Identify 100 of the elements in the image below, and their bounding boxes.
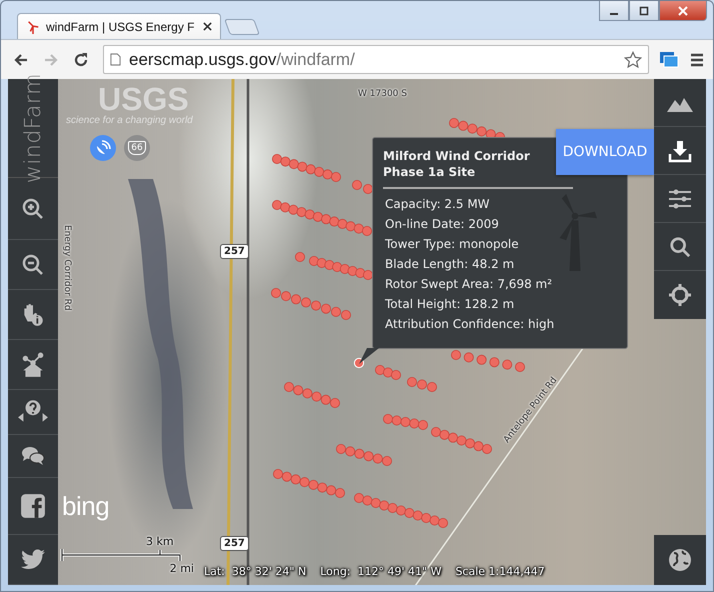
turbine-marker[interactable] — [320, 394, 331, 405]
forward-icon[interactable] — [43, 52, 59, 68]
turbine-marker[interactable] — [482, 444, 492, 454]
turbine-marker[interactable] — [382, 456, 392, 466]
turbine-marker[interactable] — [288, 204, 298, 215]
menu-icon[interactable] — [689, 52, 705, 68]
turbine-marker[interactable] — [391, 370, 401, 380]
turbine-marker[interactable] — [296, 207, 307, 218]
basemap-button[interactable] — [654, 79, 706, 127]
turbine-marker[interactable] — [290, 474, 301, 484]
turbine-marker[interactable] — [271, 288, 281, 298]
locate-button[interactable] — [654, 271, 706, 319]
turbine-marker[interactable] — [272, 200, 282, 210]
turbine-marker[interactable] — [297, 162, 308, 172]
turbine-marker[interactable] — [354, 448, 364, 459]
turbine-marker[interactable] — [407, 377, 417, 387]
turbine-marker[interactable] — [352, 180, 362, 190]
turbine-marker[interactable] — [335, 488, 345, 498]
satellite-map[interactable] — [58, 79, 706, 585]
reload-icon[interactable] — [73, 52, 89, 68]
filter-button[interactable] — [654, 175, 706, 223]
turbine-marker[interactable] — [383, 368, 393, 378]
turbine-marker[interactable] — [456, 436, 466, 446]
photos-extension-icon[interactable] — [659, 50, 679, 70]
turbine-marker[interactable] — [431, 427, 441, 437]
turbine-marker[interactable] — [282, 472, 292, 482]
turbine-marker[interactable] — [489, 357, 500, 368]
turbine-marker[interactable] — [306, 164, 316, 174]
turbine-marker[interactable] — [370, 498, 381, 508]
turbine-marker[interactable] — [464, 352, 474, 362]
turbine-marker[interactable] — [295, 252, 305, 262]
turbine-marker[interactable] — [502, 360, 512, 370]
turbine-marker[interactable] — [474, 441, 484, 452]
turbine-marker[interactable] — [326, 485, 336, 496]
turbine-marker[interactable] — [451, 350, 461, 360]
turbine-marker[interactable] — [476, 354, 487, 365]
turbine-marker[interactable] — [363, 184, 373, 194]
turbine-marker[interactable] — [280, 156, 290, 167]
back-icon[interactable] — [13, 52, 29, 68]
turbine-marker[interactable] — [383, 414, 393, 424]
search-button[interactable] — [654, 223, 706, 271]
share-home-icon[interactable] — [20, 352, 46, 378]
turbine-marker[interactable] — [272, 154, 282, 164]
turbine-marker[interactable] — [317, 482, 328, 493]
turbine-marker[interactable] — [291, 294, 301, 304]
turbine-marker[interactable] — [314, 166, 324, 177]
turbine-marker[interactable] — [418, 420, 428, 430]
turbine-marker[interactable] — [400, 417, 410, 427]
turbine-marker[interactable] — [362, 496, 372, 506]
turbine-marker[interactable] — [324, 260, 334, 270]
turbine-marker[interactable] — [392, 416, 402, 426]
turbine-marker[interactable] — [363, 270, 373, 280]
satellite-dish-icon[interactable] — [90, 135, 116, 161]
browser-tab[interactable]: windFarm | USGS Energy F — [17, 13, 221, 40]
turbine-marker[interactable] — [293, 385, 304, 396]
turbine-marker[interactable] — [362, 226, 372, 236]
turbine-marker[interactable] — [404, 508, 414, 518]
turbine-marker[interactable] — [300, 477, 310, 488]
turbine-marker[interactable] — [375, 365, 385, 375]
turbine-marker[interactable] — [448, 432, 458, 443]
turbine-marker[interactable] — [379, 500, 390, 510]
download-button[interactable] — [654, 127, 706, 175]
turbine-marker[interactable] — [396, 506, 406, 516]
turbine-marker[interactable] — [336, 444, 346, 454]
close-button[interactable] — [659, 1, 707, 21]
chat-icon[interactable] — [20, 444, 46, 468]
bird-icon[interactable] — [20, 548, 46, 570]
turbine-marker[interactable] — [440, 430, 450, 440]
turbine-marker[interactable] — [417, 380, 427, 390]
turbine-marker[interactable] — [354, 493, 364, 503]
turbine-marker[interactable] — [412, 510, 423, 520]
turbine-marker[interactable] — [515, 362, 525, 372]
turbine-marker[interactable] — [438, 518, 448, 528]
turbine-marker[interactable] — [273, 469, 283, 479]
globe-button[interactable] — [654, 535, 706, 585]
turbine-marker[interactable] — [465, 438, 475, 448]
turbine-marker[interactable] — [409, 418, 420, 428]
turbine-marker[interactable] — [301, 297, 311, 308]
turbine-marker[interactable] — [476, 126, 487, 136]
turbine-marker[interactable] — [364, 451, 374, 462]
address-bar[interactable]: eerscmap.usgs.gov/windfarm/ — [103, 45, 649, 74]
turbine-marker[interactable] — [458, 120, 468, 131]
turbine-marker[interactable] — [281, 291, 291, 302]
turbine-marker[interactable] — [372, 454, 383, 464]
star-icon[interactable] — [624, 50, 642, 68]
turbine-marker[interactable] — [311, 300, 321, 311]
turbine-marker[interactable] — [388, 503, 398, 513]
turbine-marker[interactable] — [288, 159, 299, 170]
new-tab-button[interactable] — [224, 19, 260, 36]
facebook-icon[interactable] — [20, 493, 46, 519]
turbine-marker[interactable] — [280, 202, 290, 212]
close-icon[interactable] — [203, 22, 212, 32]
zoom-in-icon[interactable] — [21, 196, 45, 220]
turbine-marker[interactable] — [312, 212, 323, 222]
turbine-marker[interactable] — [302, 388, 312, 398]
turbine-marker[interactable] — [309, 256, 319, 266]
turbine-marker[interactable] — [304, 209, 315, 220]
selected-turbine-marker[interactable] — [354, 358, 364, 368]
maximize-button[interactable] — [629, 1, 659, 21]
turbine-marker[interactable] — [430, 516, 440, 526]
